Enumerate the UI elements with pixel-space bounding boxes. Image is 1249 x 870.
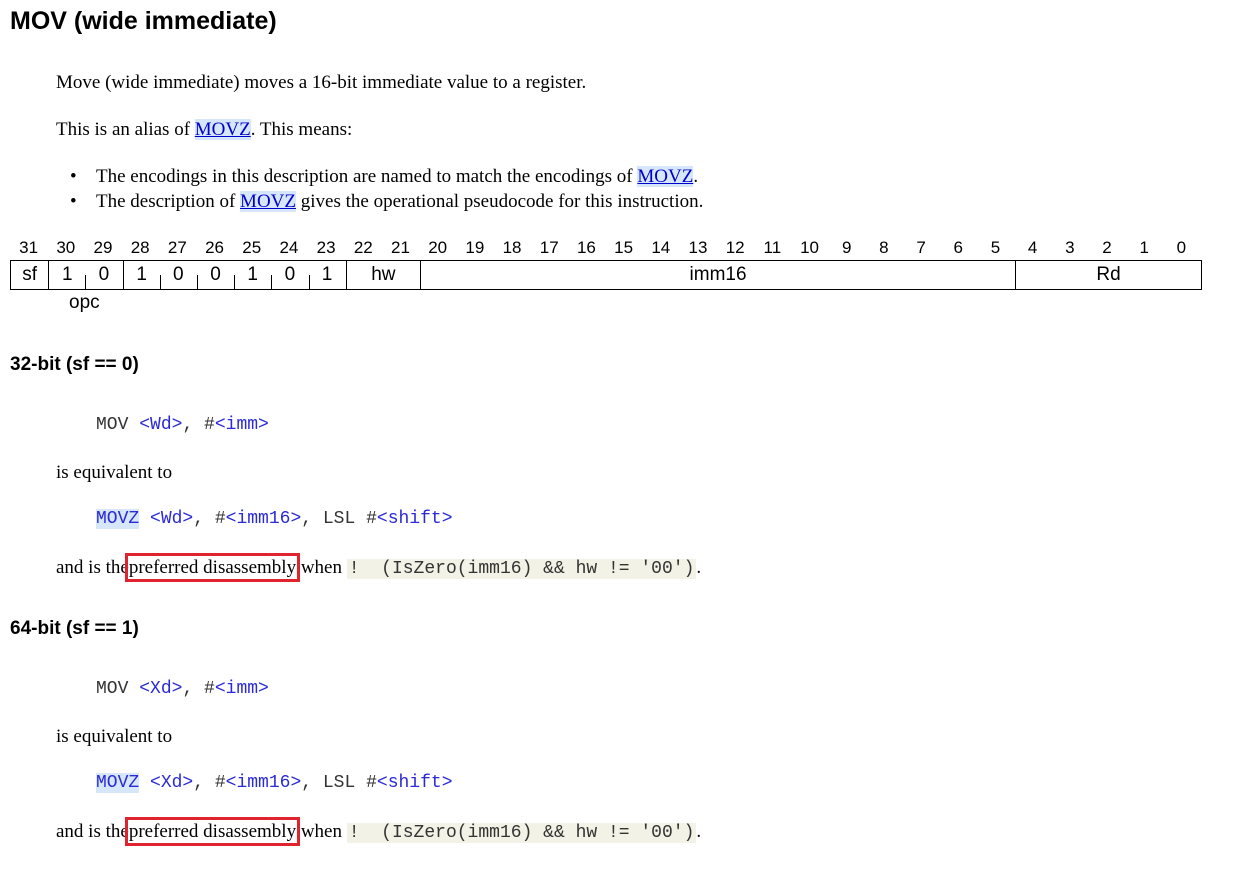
bit-number: 10	[800, 238, 819, 257]
bit-number: 21	[391, 238, 410, 257]
encoding-field: 1	[48, 261, 85, 289]
bit-divider-tick	[196, 275, 198, 289]
bit-number: 18	[502, 238, 522, 257]
bit-number: 23	[316, 238, 336, 257]
imm16-operand-link[interactable]: <imm16>	[226, 773, 302, 793]
bit-number: 17	[539, 238, 559, 257]
pseudocode-condition: ! (IsZero(imm16) && hw != '00')	[346, 823, 697, 843]
bit-number: 5	[990, 238, 1001, 257]
movz-mnemonic-link[interactable]: MOVZ	[96, 509, 140, 529]
bit-number: 31	[19, 238, 39, 257]
bit-number: 28	[130, 238, 150, 257]
encoding-field: 0	[173, 264, 184, 285]
preferred-disassembly-64: and is thepreferred disassembly when ! (…	[56, 817, 702, 846]
shift-operand-link[interactable]: <shift>	[377, 509, 453, 529]
bit-number: 30	[56, 238, 76, 257]
encoding-field: 0	[210, 264, 221, 285]
bit-number: 25	[242, 238, 262, 257]
movz-link[interactable]: MOVZ	[637, 166, 694, 187]
opc-label: opc	[69, 292, 100, 313]
bit-divider-tick	[234, 275, 236, 289]
encoding-field: 1	[247, 264, 258, 285]
pseudocode-condition: ! (IsZero(imm16) && hw != '00')	[346, 559, 697, 579]
imm-operand-link[interactable]: <imm>	[215, 415, 269, 435]
variant-heading-32: 32-bit (sf == 0)	[10, 354, 139, 375]
alias-syntax-32: MOVZ <Wd>, #<imm16>, LSL #<shift>	[96, 509, 453, 529]
bit-number: 4	[1027, 238, 1038, 257]
imm-operand-link[interactable]: <imm>	[215, 679, 269, 699]
encoding-field: 0	[284, 264, 296, 285]
alias-sentence: This is an alias of MOVZ. This means:	[56, 117, 352, 143]
bit-number-row: 31 30 29 28 27 26 25 24 23 22 21 20 19 18 17 16 15 14 13 12…	[10, 236, 1202, 260]
bit-divider-tick	[271, 275, 273, 289]
bit-number: 27	[167, 238, 187, 257]
shift-operand-link[interactable]: <shift>	[377, 773, 453, 793]
bit-number: 9	[841, 238, 852, 257]
encoding-field: 0	[98, 264, 110, 285]
summary-text: Move (wide immediate) moves a 16-bit imm…	[56, 72, 587, 93]
page-title: MOV (wide immediate)	[10, 7, 277, 35]
alias-bullet-list: The encodings in this description are na…	[70, 164, 703, 214]
list-item: The encodings in this description are na…	[70, 164, 703, 189]
alias-prefix: This is an alias of	[56, 119, 195, 140]
bit-number: 15	[614, 238, 634, 257]
bit-number: 7	[916, 238, 926, 257]
encoding-field-row: sf 1 0 1 0 0 1 0 1 hw imm16 Rd	[10, 260, 1202, 290]
bit-number: 0	[1176, 238, 1187, 257]
bit-number: 6	[953, 238, 964, 257]
bit-number: 19	[465, 238, 485, 257]
encoding-field: imm16	[420, 261, 1015, 289]
variant-heading-64: 64-bit (sf == 1)	[10, 618, 139, 639]
bit-number: 13	[688, 238, 708, 257]
bit-number: 12	[725, 238, 745, 257]
preferred-disassembly-highlight: preferred disassembly	[124, 553, 301, 582]
xd-operand-link[interactable]: <Xd>	[150, 773, 193, 793]
equivalent-text-32: is equivalent to	[56, 462, 173, 483]
bit-divider-tick	[85, 275, 87, 289]
encoding-diagram: 31 30 29 28 27 26 25 24 23 22 21 20 19 18 17 16 15 14 13 12…	[10, 236, 1202, 318]
bit-number: 20	[428, 238, 448, 257]
alias-suffix: . This means:	[250, 119, 353, 140]
preferred-disassembly-highlight: preferred disassembly	[124, 817, 301, 846]
bit-number: 11	[763, 238, 782, 257]
bit-divider-tick	[308, 275, 310, 289]
equivalent-text-64: is equivalent to	[56, 726, 173, 747]
movz-link[interactable]: MOVZ	[194, 119, 251, 140]
encoding-field: sf	[22, 264, 37, 285]
bit-number: 2	[1102, 238, 1112, 257]
bit-number: 26	[205, 238, 224, 257]
movz-mnemonic-link[interactable]: MOVZ	[96, 773, 140, 793]
list-item: The description of MOVZ gives the operat…	[70, 189, 703, 214]
bit-number: 22	[353, 238, 373, 257]
xd-operand-link[interactable]: <Xd>	[139, 679, 182, 699]
encoding-field: 1	[321, 264, 333, 285]
movz-link[interactable]: MOVZ	[240, 191, 296, 212]
bit-number: 16	[576, 238, 596, 257]
encoding-field: 1	[122, 261, 160, 289]
alias-syntax-64: MOVZ <Xd>, #<imm16>, LSL #<shift>	[96, 773, 453, 793]
encoding-field: hw	[345, 261, 420, 289]
preferred-disassembly-32: and is thepreferred disassembly when ! (…	[56, 553, 702, 582]
bit-number: 1	[1139, 238, 1149, 257]
syntax-32: MOV <Wd>, #<imm>	[96, 415, 269, 435]
bit-number: 24	[279, 238, 299, 257]
bit-number: 29	[93, 238, 113, 257]
bit-divider-tick	[159, 275, 161, 289]
encoding-field: Rd	[1015, 261, 1201, 289]
wd-operand-link[interactable]: <Wd>	[150, 509, 193, 529]
syntax-64: MOV <Xd>, #<imm>	[96, 679, 269, 699]
bit-number: 14	[651, 238, 671, 257]
bit-number: 3	[1065, 238, 1075, 257]
wd-operand-link[interactable]: <Wd>	[139, 415, 182, 435]
bit-number: 8	[879, 238, 889, 257]
imm16-operand-link[interactable]: <imm16>	[226, 509, 302, 529]
